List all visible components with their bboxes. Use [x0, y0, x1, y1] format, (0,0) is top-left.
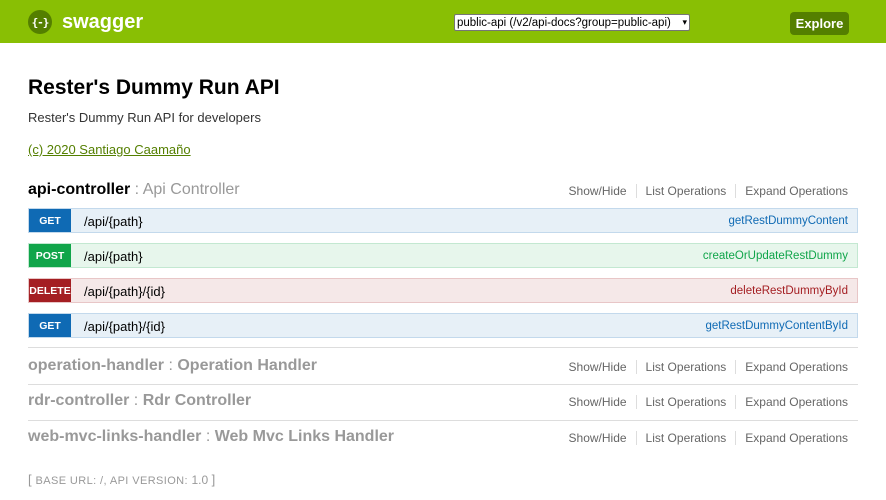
operation-row[interactable]: GET /api/{path}/{id} getRestDummyContent…: [28, 313, 858, 338]
api-version-label: API VERSION:: [109, 475, 188, 487]
separator: [735, 395, 737, 409]
resource-name: rdr-controller: [28, 392, 130, 409]
resource-divider: [28, 420, 858, 421]
operation-path[interactable]: /api/{path}: [84, 214, 143, 229]
resource-title[interactable]: rdr-controller : Rdr Controller: [28, 392, 251, 410]
api-title: Rester's Dummy Run API: [28, 76, 280, 99]
resource-name: api-controller: [28, 181, 131, 198]
base-url-label: BASE URL:: [35, 475, 97, 487]
top-bar: {-} swagger public-api (/v2/api-docs?gro…: [0, 0, 886, 43]
resource-title[interactable]: api-controller : Api Controller: [28, 181, 240, 199]
separator: [735, 360, 737, 374]
http-method-badge[interactable]: GET: [29, 314, 71, 337]
resource-actions: Show/Hide List Operations Expand Operati…: [569, 360, 848, 374]
resource-actions: Show/Hide List Operations Expand Operati…: [569, 395, 848, 409]
api-version-value: 1.0: [191, 473, 209, 487]
expand-operations-link[interactable]: Expand Operations: [745, 395, 848, 409]
http-method-badge[interactable]: GET: [29, 209, 71, 232]
resource-description: Rdr Controller: [142, 392, 252, 409]
list-operations-link[interactable]: List Operations: [646, 360, 727, 374]
api-selector-value: public-api (/v2/api-docs?group=public-ap…: [457, 16, 671, 29]
separator: [735, 184, 737, 198]
resource-title[interactable]: operation-handler : Operation Handler: [28, 357, 317, 375]
operation-row[interactable]: GET /api/{path} getRestDummyContent: [28, 208, 858, 233]
list-operations-link[interactable]: List Operations: [646, 431, 727, 445]
operation-row[interactable]: DELETE /api/{path}/{id} deleteRestDummyB…: [28, 278, 858, 303]
separator: [635, 184, 637, 198]
operation-path[interactable]: /api/{path}/{id}: [84, 319, 165, 334]
resource-description: Api Controller: [142, 181, 240, 198]
resource-rdr-controller: rdr-controller : Rdr Controller Show/Hid…: [28, 392, 858, 414]
resource-description: Operation Handler: [177, 357, 317, 374]
resource-api-controller: api-controller : Api Controller Show/Hid…: [28, 181, 858, 203]
swagger-logo-icon: {-}: [28, 10, 52, 34]
license-link[interactable]: (c) 2020 Santiago Caamaño: [28, 142, 191, 157]
list-operations-link[interactable]: List Operations: [646, 395, 727, 409]
separator: [635, 360, 637, 374]
resource-title[interactable]: web-mvc-links-handler : Web Mvc Links Ha…: [28, 428, 394, 446]
base-url-footer: [ BASE URL: /, API VERSION: 1.0 ]: [28, 472, 216, 487]
chevron-down-icon: ▾: [682, 17, 687, 27]
resource-actions: Show/Hide List Operations Expand Operati…: [569, 184, 848, 198]
resource-name: web-mvc-links-handler: [28, 428, 202, 445]
api-selector-dropdown[interactable]: public-api (/v2/api-docs?group=public-ap…: [454, 14, 690, 31]
swagger-logo-text: swagger: [62, 10, 144, 33]
show-hide-link[interactable]: Show/Hide: [569, 431, 627, 445]
show-hide-link[interactable]: Show/Hide: [569, 360, 627, 374]
operation-row[interactable]: POST /api/{path} createOrUpdateRestDummy: [28, 243, 858, 268]
explore-button[interactable]: Explore: [790, 12, 849, 35]
operation-path[interactable]: /api/{path}/{id}: [84, 284, 165, 299]
resource-name: operation-handler: [28, 357, 165, 374]
http-method-badge[interactable]: POST: [29, 244, 71, 267]
separator: [635, 431, 637, 445]
expand-operations-link[interactable]: Expand Operations: [745, 431, 848, 445]
operation-id[interactable]: getRestDummyContentById: [705, 320, 848, 332]
expand-operations-link[interactable]: Expand Operations: [745, 360, 848, 374]
resource-divider: [28, 384, 858, 385]
swagger-logo[interactable]: {-} swagger: [28, 9, 143, 35]
resource-web-mvc-links-handler: web-mvc-links-handler : Web Mvc Links Ha…: [28, 428, 858, 450]
http-method-badge[interactable]: DELETE: [29, 279, 71, 302]
show-hide-link[interactable]: Show/Hide: [569, 395, 627, 409]
api-description: Rester's Dummy Run API for developers: [28, 110, 261, 125]
resource-divider: [28, 347, 858, 348]
list-operations-link[interactable]: List Operations: [646, 184, 727, 198]
separator: [735, 431, 737, 445]
expand-operations-link[interactable]: Expand Operations: [745, 184, 848, 198]
resource-actions: Show/Hide List Operations Expand Operati…: [569, 431, 848, 445]
operation-id[interactable]: createOrUpdateRestDummy: [703, 250, 848, 262]
show-hide-link[interactable]: Show/Hide: [569, 184, 627, 198]
operation-id[interactable]: getRestDummyContent: [728, 215, 848, 227]
resource-description: Web Mvc Links Handler: [214, 428, 395, 445]
operation-id[interactable]: deleteRestDummyById: [730, 285, 848, 297]
resource-operation-handler: operation-handler : Operation Handler Sh…: [28, 357, 858, 379]
separator: [635, 395, 637, 409]
operation-path[interactable]: /api/{path}: [84, 249, 143, 264]
